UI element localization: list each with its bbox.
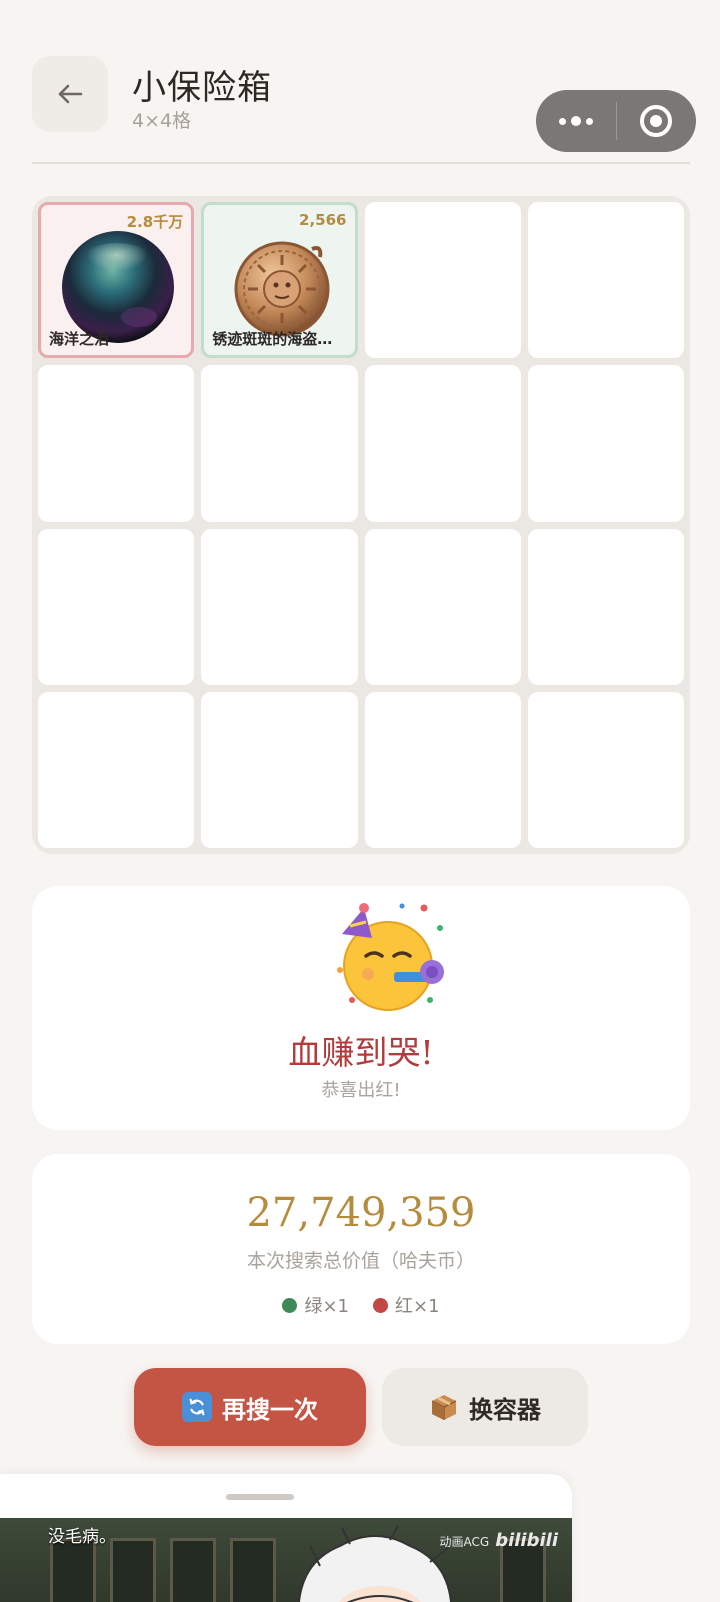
sheet-drag-handle[interactable] xyxy=(226,1494,294,1500)
grid-cell-empty[interactable] xyxy=(201,528,358,685)
video-watermark: 动画ACG bilibili xyxy=(440,1530,558,1551)
grid-cell-empty[interactable] xyxy=(364,691,521,848)
back-button[interactable] xyxy=(32,56,108,132)
red-count-text: 红×1 xyxy=(395,1296,440,1317)
grid-cell-empty[interactable] xyxy=(201,691,358,848)
grid-cell-empty[interactable] xyxy=(38,528,195,685)
more-dots-icon xyxy=(558,116,593,126)
more-menu-button[interactable] xyxy=(536,90,616,152)
grid-cell-empty[interactable] xyxy=(38,691,195,848)
party-face-emoji-icon xyxy=(337,903,444,1011)
video-window-shape xyxy=(170,1538,216,1602)
grid-cell-item[interactable]: 2,566 锈迹斑斑的海盗… xyxy=(201,202,358,359)
grid-cell-empty[interactable] xyxy=(38,365,195,522)
page-title: 小保险箱 xyxy=(132,68,272,108)
pirate-coin-icon xyxy=(234,241,330,337)
package-box-icon xyxy=(431,1395,457,1420)
grid-cell-empty[interactable] xyxy=(527,365,684,522)
target-circle-icon xyxy=(640,105,673,137)
result-subtitle: 恭喜出红! xyxy=(321,1080,401,1101)
video-player[interactable]: 没毛病。 动画ACG bilibili xyxy=(0,1518,572,1602)
grid-cell-empty[interactable] xyxy=(527,202,684,359)
refresh-icon xyxy=(182,1392,212,1422)
total-value: 27,749,359 xyxy=(246,1190,476,1236)
result-card: 血赚到哭! 恭喜出红! xyxy=(32,886,690,1130)
video-caption: 没毛病。 xyxy=(48,1527,116,1547)
video-window-shape xyxy=(50,1538,96,1602)
search-again-button[interactable]: 再搜一次 xyxy=(134,1368,366,1446)
video-watermark-text: 动画ACG xyxy=(439,1535,490,1549)
safe-grid: 2.8千万 海洋之泪 2,566 锈迹斑斑的海盗… xyxy=(32,196,690,854)
bilibili-logo: bilibili xyxy=(495,1530,558,1551)
grid-cell-empty[interactable] xyxy=(527,528,684,685)
total-value-card: 27,749,359 本次搜索总价值（哈夫币） 绿×1 红×1 xyxy=(32,1154,690,1344)
arrow-left-icon xyxy=(58,84,83,104)
item-name: 锈迹斑斑的海盗… xyxy=(212,330,333,349)
red-dot-icon xyxy=(373,1297,388,1313)
video-sheet[interactable]: 没毛病。 动画ACG bilibili xyxy=(0,1474,572,1602)
grid-cell-empty[interactable] xyxy=(201,365,358,522)
item-name: 海洋之泪 xyxy=(49,330,110,349)
close-miniprogram-button[interactable] xyxy=(617,90,697,152)
red-count: 红×1 xyxy=(373,1292,440,1318)
change-container-button[interactable]: 换容器 xyxy=(382,1368,588,1446)
dark-pearl-icon xyxy=(62,231,174,343)
grid-cell-item[interactable]: 2.8千万 海洋之泪 xyxy=(38,202,195,359)
green-count-text: 绿×1 xyxy=(304,1296,349,1317)
green-dot-icon xyxy=(282,1297,298,1313)
change-container-label: 换容器 xyxy=(469,1395,541,1424)
miniprogram-capsule xyxy=(536,90,696,152)
grid-cell-empty[interactable] xyxy=(364,528,521,685)
grid-cell-empty[interactable] xyxy=(527,691,684,848)
page-subtitle: 4×4格 xyxy=(132,110,192,132)
video-window-shape xyxy=(110,1538,156,1602)
total-value-label: 本次搜索总价值（哈夫币） xyxy=(246,1250,475,1272)
header-divider xyxy=(32,162,690,164)
grid-cell-empty[interactable] xyxy=(364,365,521,522)
video-window-shape xyxy=(230,1538,276,1602)
rarity-counts: 绿×1 红×1 xyxy=(32,1292,690,1318)
search-again-label: 再搜一次 xyxy=(222,1395,318,1424)
result-title: 血赚到哭! xyxy=(288,1033,434,1072)
grid-cell-empty[interactable] xyxy=(364,202,521,359)
green-count: 绿×1 xyxy=(282,1292,349,1318)
